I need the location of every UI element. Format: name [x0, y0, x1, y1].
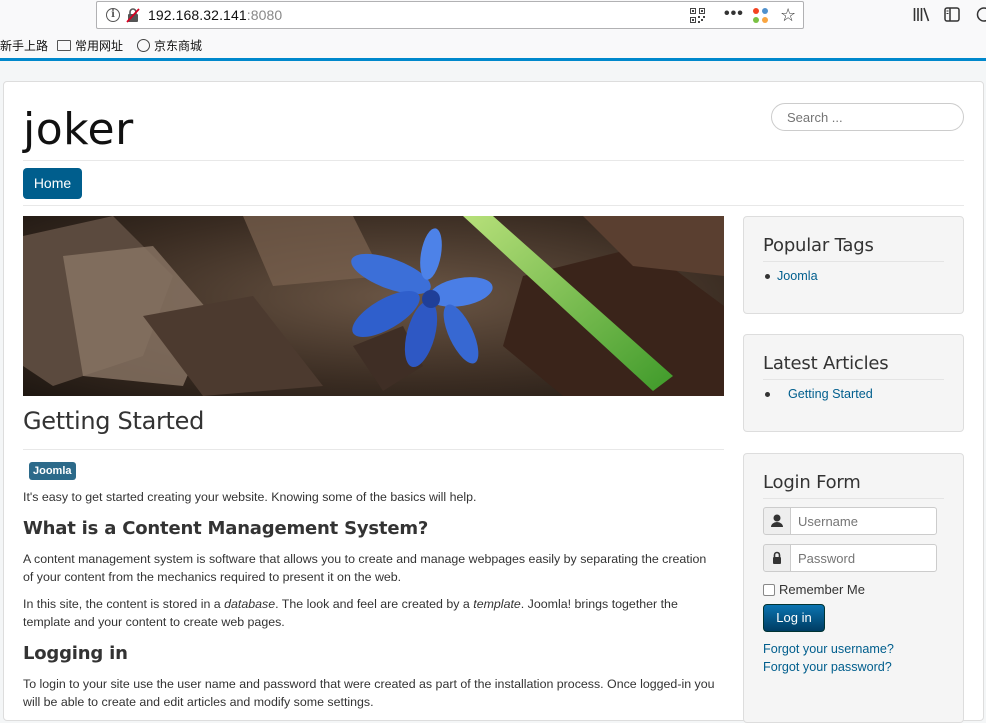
- bookmark-item[interactable]: 京东商城: [137, 37, 202, 54]
- article-title-divider: [23, 449, 724, 450]
- popular-tags-module: Popular Tags Joomla: [743, 216, 964, 314]
- paragraph-login: To login to your site use the user name …: [23, 675, 723, 711]
- list-bullet: [765, 274, 770, 279]
- module-divider: [763, 498, 944, 499]
- url-port: :8080: [247, 7, 283, 23]
- password-input[interactable]: [790, 544, 937, 572]
- lock-icon: [763, 544, 791, 572]
- bookmark-folder-label: 常用网址: [75, 39, 123, 53]
- globe-icon: [137, 39, 150, 52]
- info-icon[interactable]: i: [106, 8, 120, 22]
- emphasis-database: database: [224, 597, 275, 611]
- remember-me[interactable]: Remember Me: [763, 582, 865, 597]
- site-brand[interactable]: joker: [23, 104, 134, 155]
- url-text[interactable]: 192.168.32.141:8080: [148, 7, 282, 23]
- username-input[interactable]: [790, 507, 937, 535]
- user-icon: [763, 507, 791, 535]
- search-input[interactable]: [771, 103, 964, 131]
- account-icon[interactable]: [976, 7, 986, 22]
- paragraph-cms: A content management system is software …: [23, 550, 713, 586]
- text-segment: . The look and feel are created by a: [275, 597, 473, 611]
- forgot-password-link[interactable]: Forgot your password?: [763, 660, 892, 674]
- url-bar[interactable]: i 192.168.32.141:8080 ••• ☆: [96, 1, 804, 29]
- sidebar-toggle-icon[interactable]: [944, 7, 960, 22]
- header-image: [23, 216, 724, 396]
- module-divider: [763, 379, 944, 380]
- library-icon[interactable]: [913, 7, 930, 22]
- bookmark-label: 京东商城: [154, 39, 202, 53]
- login-form-module: Login Form Remember Me Log in Forgot you…: [743, 453, 964, 723]
- latest-articles-module: Latest Articles Getting Started: [743, 334, 964, 432]
- list-bullet: [765, 392, 770, 397]
- folder-icon: [57, 40, 71, 51]
- module-divider: [763, 261, 944, 262]
- login-button[interactable]: Log in: [763, 604, 825, 632]
- emphasis-template: template: [473, 597, 521, 611]
- forgot-username-link[interactable]: Forgot your username?: [763, 642, 894, 656]
- text-segment: In this site, the content is stored in a: [23, 597, 224, 611]
- joomla-extension-icon[interactable]: [752, 7, 769, 24]
- popular-tags-title: Popular Tags: [763, 235, 874, 256]
- article-title[interactable]: Getting Started: [23, 407, 204, 435]
- browser-content-top-border: [0, 58, 986, 61]
- password-field: [763, 544, 937, 572]
- header-divider: [23, 160, 964, 161]
- insecure-lock-icon[interactable]: [126, 8, 140, 23]
- remember-me-checkbox[interactable]: [763, 584, 775, 596]
- paragraph-site: In this site, the content is stored in a…: [23, 595, 723, 631]
- bookmark-folder[interactable]: 常用网址: [57, 37, 123, 54]
- url-host: 192.168.32.141: [148, 7, 247, 23]
- popular-tag-joomla-link[interactable]: Joomla: [777, 269, 818, 283]
- latest-articles-title: Latest Articles: [763, 353, 888, 374]
- remember-me-label: Remember Me: [779, 582, 865, 597]
- browser-chrome: i 192.168.32.141:8080 ••• ☆: [0, 0, 986, 60]
- site-body: joker Home Get: [3, 81, 984, 721]
- nav-home-button[interactable]: Home: [23, 168, 82, 199]
- nav-divider: [23, 205, 964, 206]
- bookmark-item[interactable]: 新手上路: [0, 37, 48, 54]
- page-actions-menu-icon[interactable]: •••: [724, 5, 744, 23]
- article-tag[interactable]: Joomla: [29, 462, 76, 480]
- bookmark-star-icon[interactable]: ☆: [780, 5, 796, 26]
- latest-article-getting-started-link[interactable]: Getting Started: [788, 387, 873, 401]
- article-intro: It's easy to get started creating your w…: [23, 488, 724, 506]
- login-form-title: Login Form: [763, 472, 861, 493]
- heading-logging-in: Logging in: [23, 643, 128, 664]
- username-field: [763, 507, 937, 535]
- qr-code-icon[interactable]: [690, 8, 705, 23]
- heading-cms: What is a Content Management System?: [23, 518, 428, 539]
